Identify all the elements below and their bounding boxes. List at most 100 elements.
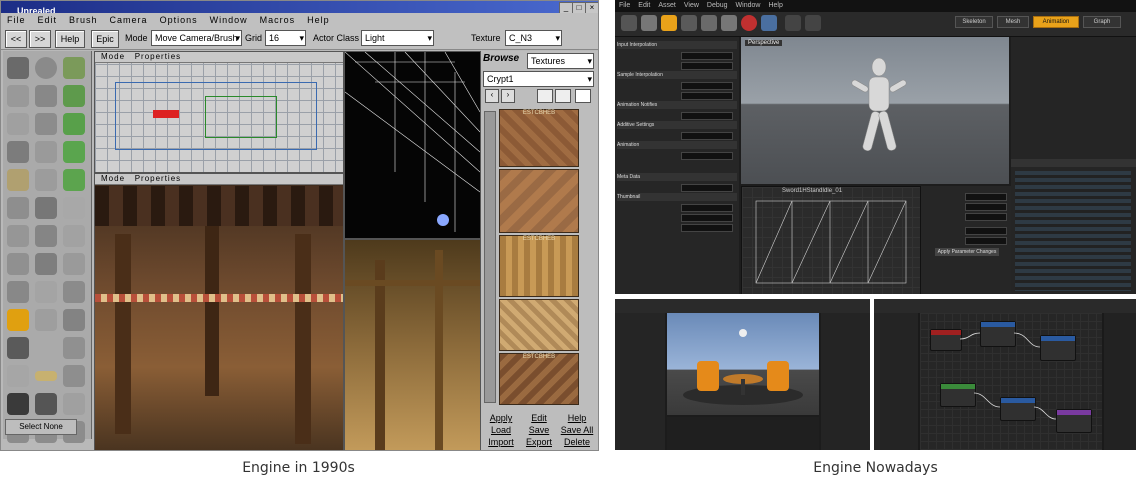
terrain-tool-icon[interactable] [63,169,85,191]
spiral-tool-icon[interactable] [7,225,29,247]
asset-rows[interactable] [1015,171,1131,291]
section-header[interactable]: Meta Data [617,173,737,181]
menu-options[interactable]: Options [154,13,204,27]
menu-help[interactable]: Help [764,0,786,12]
bar-tool-icon[interactable] [35,371,57,381]
menu-window[interactable]: Window [204,13,254,27]
rotate-tool-icon[interactable] [35,85,57,107]
view-small-icon[interactable] [537,89,553,103]
light-tool-icon[interactable] [7,169,29,191]
spline-icon[interactable] [7,365,29,387]
save-button[interactable]: Save [521,425,557,435]
subtract-brush-icon[interactable] [63,225,85,247]
anim-icon[interactable] [661,15,677,31]
tab-mesh[interactable]: Mesh [997,16,1029,28]
cylinder-tool-icon[interactable] [35,141,57,163]
texture-thumb[interactable]: ESTCBHEB [499,109,579,167]
3d-viewport[interactable] [667,313,819,415]
settings-icon[interactable] [805,15,821,31]
menu-file[interactable]: File [1,13,32,27]
browse-select[interactable]: Textures [527,53,594,69]
texture-select[interactable]: C_N3 [505,30,562,46]
brush-tool-icon[interactable] [63,85,85,107]
select-none-button[interactable]: Select None [5,419,77,435]
actor-class-select[interactable]: Light [361,30,434,46]
menu-asset[interactable]: Asset [654,0,680,12]
properties-menu[interactable]: Properties [135,52,181,61]
top-viewport[interactable]: Mode Properties [94,51,344,173]
section-header[interactable]: Thumbnail [617,193,737,201]
tab-graph[interactable]: Graph [1083,16,1121,28]
mode-menu[interactable]: Mode [101,174,125,183]
menu-window[interactable]: Window [732,0,765,12]
zone-portal-icon[interactable] [63,281,85,303]
browse-icon[interactable] [641,15,657,31]
dome-tool-icon[interactable] [63,197,85,219]
mover-icon[interactable] [63,253,85,275]
mode-select[interactable]: Move Camera/Brush [151,30,242,46]
record-icon[interactable] [741,15,757,31]
wireframe-viewport[interactable] [344,51,481,239]
rebuild-icon[interactable] [63,365,85,387]
vertex-tool-icon[interactable] [35,113,57,135]
hide-icon[interactable] [35,309,57,331]
show-icon[interactable] [63,309,85,331]
section-header[interactable]: Sample Interpolation [617,71,737,79]
texture-thumb[interactable]: ESTCBHEB [499,353,579,405]
diamond-icon[interactable] [63,393,85,415]
menu-camera[interactable]: Camera [104,13,154,27]
tab-skeleton[interactable]: Skeleton [955,16,993,28]
blend-space-graph[interactable]: Sword1HStandIdle_01 [741,186,921,294]
section-header[interactable]: Animation Notifies [617,101,737,109]
menu-edit[interactable]: Edit [634,0,654,12]
semisolid-icon[interactable] [7,281,29,303]
help-button[interactable]: Help [559,413,595,423]
menu-brush[interactable]: Brush [63,13,104,27]
graph-canvas[interactable] [920,313,1102,450]
sphere-tool-icon[interactable] [35,57,57,79]
cylinder-brush-icon[interactable] [63,337,85,359]
compression-icon[interactable] [761,15,777,31]
save-icon[interactable] [621,15,637,31]
sheet-tool-icon[interactable] [7,141,29,163]
menu-macros[interactable]: Macros [254,13,302,27]
apply-button[interactable]: Apply [483,413,519,423]
section-header[interactable]: Input Interpolation [617,41,737,49]
section-header[interactable]: Additive Settings [617,121,737,129]
camera-tool-icon[interactable] [7,57,29,79]
nonsolid-icon[interactable] [35,281,57,303]
menu-edit[interactable]: Edit [32,13,64,27]
grid-snap-icon[interactable] [7,393,29,415]
menu-file[interactable]: File [615,0,634,12]
prev-button[interactable]: << [5,30,27,48]
scale-tool-icon[interactable] [7,85,29,107]
texture-brush-icon[interactable] [7,337,29,359]
import-button[interactable]: Import [483,437,519,447]
epic-button[interactable]: Epic [91,30,119,48]
view-large-icon[interactable] [555,89,571,103]
next-button[interactable]: >> [29,30,51,48]
intersect-icon[interactable] [7,253,29,275]
save-all-button[interactable]: Save All [559,425,595,435]
delete-button[interactable]: Delete [559,437,595,447]
menu-view[interactable]: View [680,0,703,12]
3d-viewport[interactable]: Perspective [741,37,1009,184]
grid-tool-icon[interactable] [7,197,29,219]
arch-tool-icon[interactable] [35,197,57,219]
deintersect-icon[interactable] [35,253,57,275]
view-list-icon[interactable] [575,89,591,103]
edit-button[interactable]: Edit [521,413,557,423]
export-icon[interactable] [721,15,737,31]
cone-tool-icon[interactable] [35,169,57,191]
lit-viewport[interactable] [344,239,481,450]
package-select[interactable]: Crypt1 [483,71,594,87]
texture-thumb[interactable]: ESTCBHEB [499,235,579,297]
main-3d-viewport[interactable]: Mode Properties [94,173,344,450]
light-actor-icon[interactable] [7,309,29,331]
load-button[interactable]: Load [483,425,519,435]
tab-animation[interactable]: Animation [1033,16,1079,28]
texture-thumb[interactable] [499,299,579,351]
pose-icon[interactable] [681,15,697,31]
menu-help[interactable]: Help [301,13,336,27]
section-header[interactable]: Animation [617,141,737,149]
